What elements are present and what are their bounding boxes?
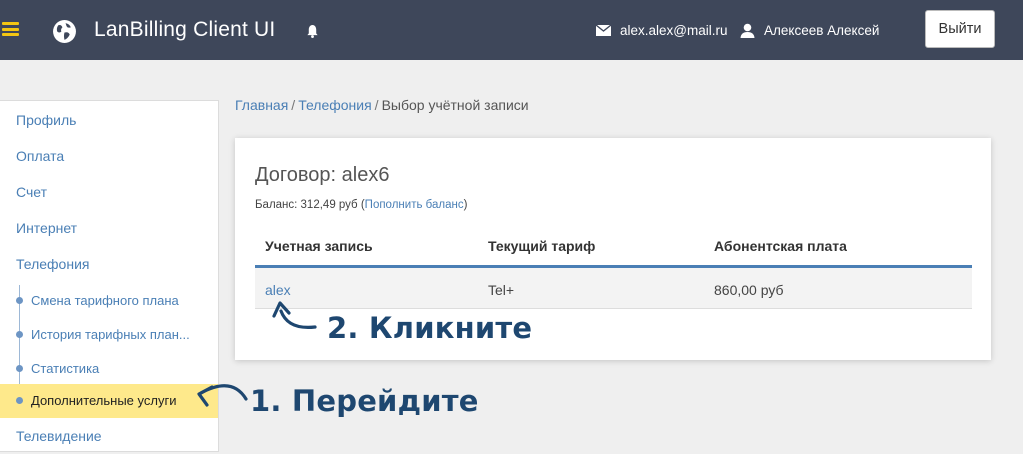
annotation-step-2: 2. Кликните [327, 311, 533, 345]
annotation-arrows [197, 301, 317, 407]
annotation-step-1: 1. Перейдите [250, 384, 479, 418]
